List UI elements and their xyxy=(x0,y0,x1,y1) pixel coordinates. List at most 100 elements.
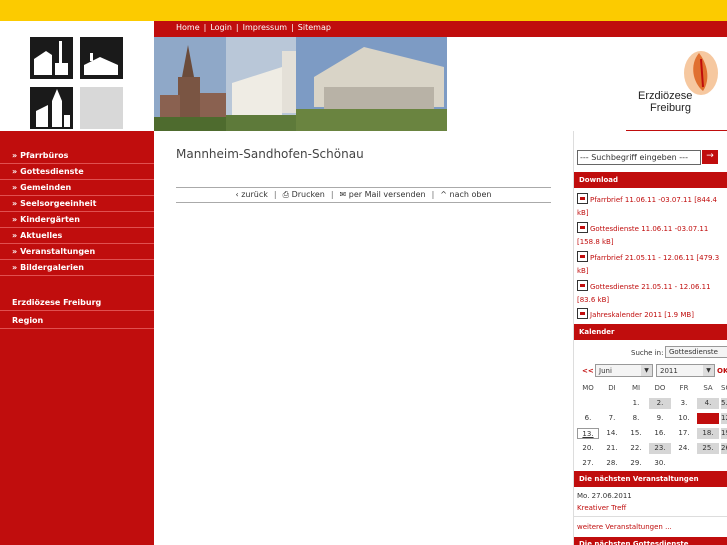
pdf-icon xyxy=(577,251,588,262)
services-header: Die nächsten Gottesdienste xyxy=(574,537,727,545)
events-header: Die nächsten Veranstaltungen xyxy=(574,471,727,487)
sidebar-item-pfarrbueros[interactable]: » Pfarrbüros xyxy=(0,148,154,164)
calendar-day[interactable]: 28. xyxy=(601,458,623,469)
church-icon-2[interactable] xyxy=(80,37,123,79)
pdf-icon xyxy=(577,193,588,204)
sidebar-item-region[interactable]: Region xyxy=(0,313,154,329)
calendar-day[interactable]: 30. xyxy=(649,458,671,469)
more-events-link[interactable]: weitere Veranstaltungen ... xyxy=(577,522,672,533)
nav-login[interactable]: Login xyxy=(210,23,232,32)
calendar-day[interactable]: 25. xyxy=(697,443,719,454)
event-link[interactable]: Kreativer Treff xyxy=(577,503,626,514)
pdf-icon xyxy=(577,308,588,319)
sidebar-item-aktuelles[interactable]: » Aktuelles xyxy=(0,228,154,244)
pdf-icon xyxy=(577,222,588,233)
print-icon: ⎙ xyxy=(282,190,292,199)
sidebar-item-erzdioezese[interactable]: Erzdiözese Freiburg xyxy=(0,295,154,311)
calendar-prev-button[interactable]: << xyxy=(582,367,594,375)
calendar-day[interactable]: 12. xyxy=(721,413,727,424)
calendar-day[interactable]: 8. xyxy=(625,413,647,424)
calendar-day[interactable]: 7. xyxy=(601,413,623,424)
calendar-day[interactable]: 5. xyxy=(721,398,727,409)
download-item[interactable]: Pfarrbrief 11.06.11 -03.07.11 [844.4 kB] xyxy=(577,193,723,220)
calendar-day[interactable]: 29. xyxy=(625,458,647,469)
main-content: Mannheim-Sandhofen-Schönau ‹ zurück | ⎙ Dr… xyxy=(154,131,573,545)
calendar-day[interactable]: 14. xyxy=(601,428,623,439)
church-icon-1[interactable] xyxy=(30,37,73,79)
church-icons xyxy=(0,37,154,131)
download-item[interactable]: Jahreskalender 2011 [1.9 MB] xyxy=(577,308,723,322)
calendar-ok-button[interactable]: OK xyxy=(717,367,727,375)
calendar-day[interactable]: 11. xyxy=(697,413,719,424)
download-item[interactable]: Pfarrbrief 21.05.11 - 12.06.11 [479.3 kB… xyxy=(577,251,723,278)
weekday-header: FR xyxy=(679,384,689,392)
calendar-day[interactable]: 22. xyxy=(625,443,647,454)
nav-sitemap[interactable]: Sitemap xyxy=(298,23,331,32)
sidebar-item-veranstaltungen[interactable]: » Veranstaltungen xyxy=(0,244,154,260)
calendar-day[interactable]: 16. xyxy=(649,428,671,439)
church-icon-4[interactable] xyxy=(80,87,123,129)
weekday-header: MI xyxy=(631,384,641,392)
mail-link[interactable]: ✉ per Mail versenden xyxy=(340,190,426,199)
calendar-day-current[interactable]: 13. xyxy=(577,428,599,439)
sidebar-item-seelsorgeeinheit[interactable]: » Seelsorgeeinheit xyxy=(0,196,154,212)
download-item[interactable]: Gottesdienste 21.05.11 - 12.06.11 [83.6 … xyxy=(577,280,723,307)
year-select[interactable]: 2011 ▼ xyxy=(656,364,715,377)
top-color-bar xyxy=(0,0,727,21)
calendar-day[interactable]: 1. xyxy=(625,398,647,409)
calendar-day[interactable]: 10. xyxy=(673,413,695,424)
calendar-day[interactable]: 24. xyxy=(673,443,695,454)
weekday-header: DO xyxy=(654,384,666,392)
church-photos xyxy=(154,37,447,131)
calendar-day[interactable]: 27. xyxy=(577,458,599,469)
event-date: Mo. 27.06.2011 xyxy=(577,492,632,500)
download-header: Download xyxy=(574,172,727,188)
mail-icon: ✉ xyxy=(339,190,349,199)
print-link[interactable]: ⎙ Drucken xyxy=(283,190,325,199)
weekday-header: SA xyxy=(703,384,713,392)
weekday-header: MO xyxy=(582,384,594,392)
logo-area xyxy=(447,37,727,131)
sidebar-item-kindergaerten[interactable]: » Kindergärten xyxy=(0,212,154,228)
page-title: Mannheim-Sandhofen-Schönau xyxy=(176,147,364,161)
weekday-header: SO xyxy=(721,384,727,392)
calendar-day[interactable]: 15. xyxy=(625,428,647,439)
calendar-day[interactable]: 26. xyxy=(721,443,727,454)
top-nav: Home | Login | Impressum | Sitemap xyxy=(176,23,331,32)
up-icon: ^ xyxy=(440,190,450,199)
sidebar-item-bildergalerien[interactable]: » Bildergalerien xyxy=(0,260,154,276)
month-select[interactable]: Juni ▼ xyxy=(595,364,653,377)
page-tools: ‹ zurück | ⎙ Drucken | ✉ per Mail versenden |… xyxy=(176,187,551,203)
calendar-day[interactable]: 9. xyxy=(649,413,671,424)
right-column: --- Suchbegriff eingeben --- → Download … xyxy=(573,131,727,545)
back-link[interactable]: ‹ zurück xyxy=(235,190,267,199)
divider xyxy=(574,516,727,517)
sidebar-item-gottesdienste[interactable]: » Gottesdienste xyxy=(0,164,154,180)
calendar-day[interactable]: 20. xyxy=(577,443,599,454)
nav-home[interactable]: Home xyxy=(176,23,200,32)
calendar-search-select[interactable]: Gottesdienste xyxy=(665,346,727,358)
weekday-header: DI xyxy=(608,384,616,392)
calendar-day[interactable]: 2. xyxy=(649,398,671,409)
calendar-day[interactable]: 19. xyxy=(721,428,727,439)
calendar-day[interactable]: 6. xyxy=(577,413,599,424)
nav-impressum[interactable]: Impressum xyxy=(243,23,287,32)
download-item[interactable]: Gottesdienste 11.06.11 -03.07.11 [158.8 … xyxy=(577,222,723,249)
search-input[interactable]: --- Suchbegriff eingeben --- xyxy=(577,150,701,165)
church-icon-3[interactable] xyxy=(30,87,73,129)
calendar-search-label: Suche in: xyxy=(631,349,664,357)
calendar-day[interactable]: 17. xyxy=(673,428,695,439)
top-nav-bar: Home | Login | Impressum | Sitemap xyxy=(0,21,727,37)
search-button[interactable]: → xyxy=(702,150,718,164)
sidebar: » Pfarrbüros » Gottesdienste » Gemeinden » S… xyxy=(0,131,154,545)
calendar-day[interactable]: 23. xyxy=(649,443,671,454)
calendar-day[interactable]: 18. xyxy=(697,428,719,439)
calendar-day[interactable]: 21. xyxy=(601,443,623,454)
top-link[interactable]: ^ nach oben xyxy=(440,190,491,199)
pdf-icon xyxy=(577,280,588,291)
sidebar-item-gemeinden[interactable]: » Gemeinden xyxy=(0,180,154,196)
calendar-day[interactable]: 4. xyxy=(697,398,719,409)
calendar-day[interactable]: 3. xyxy=(673,398,695,409)
chevron-down-icon: ▼ xyxy=(641,365,652,376)
diocese-logo-text[interactable]: Erzdiözese Freiburg xyxy=(638,90,692,114)
